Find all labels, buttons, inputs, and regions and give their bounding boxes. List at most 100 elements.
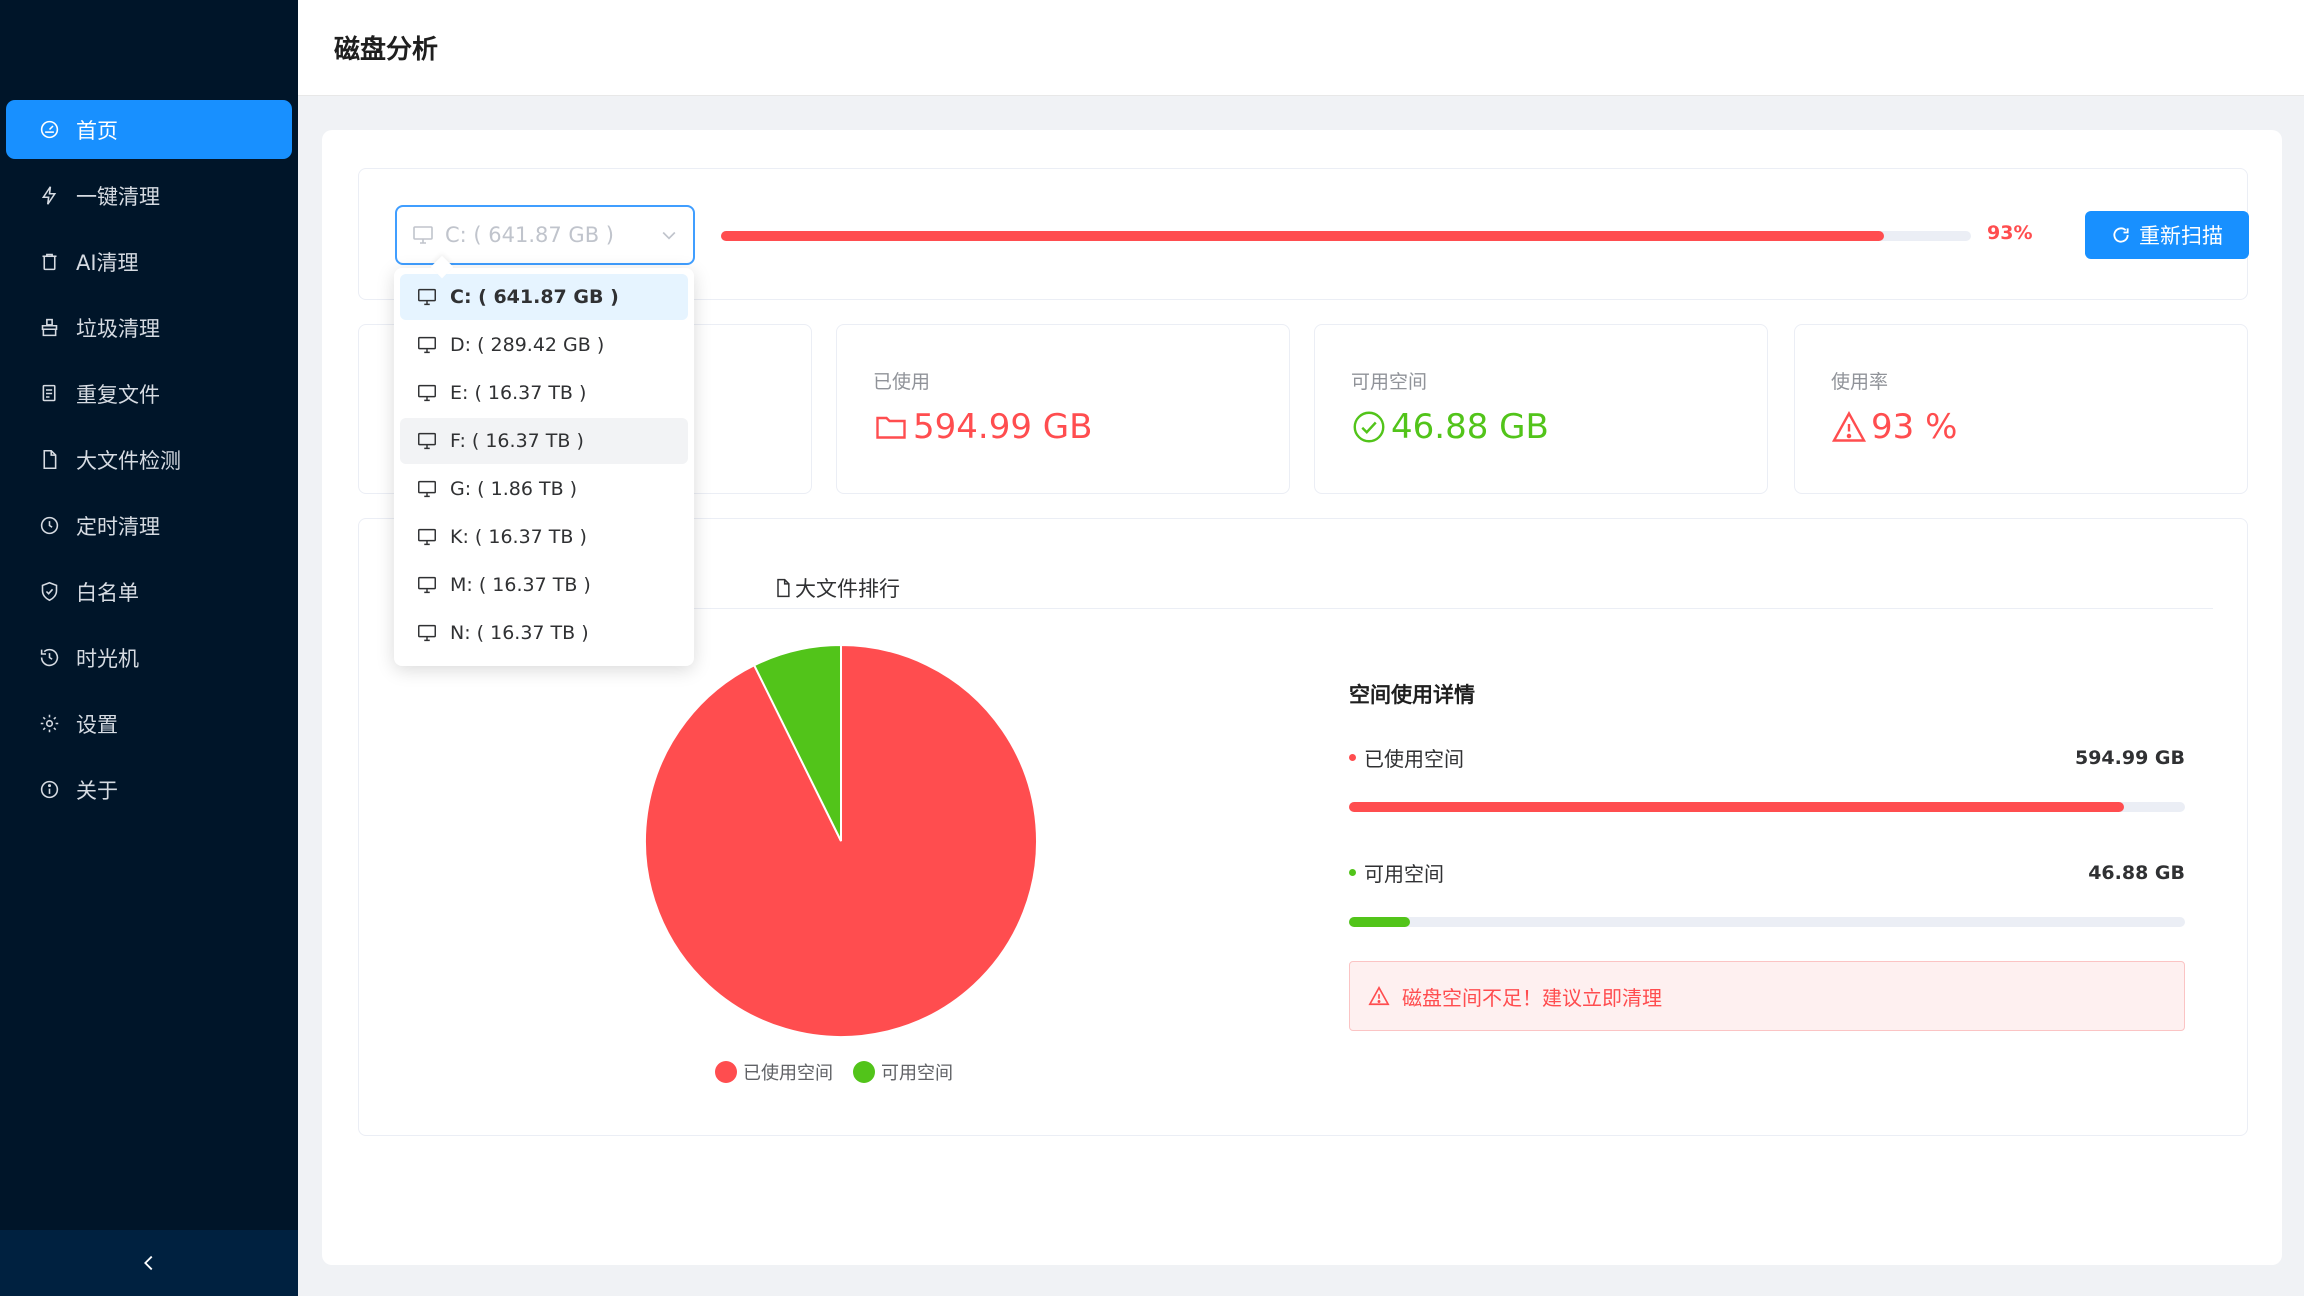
sidebar-item-settings[interactable]: 设置 [6,694,292,753]
warning-icon [1368,986,1390,1006]
sidebar-item-junk-clean[interactable]: 垃圾清理 [6,298,292,357]
stat-card-used: 已使用 594.99 GB [836,324,1290,494]
legend-label-used: 已使用空间 [743,1063,833,1084]
sidebar-item-home[interactable]: 首页 [6,100,292,159]
tab-large-files[interactable]: 大文件排行 [773,573,900,603]
legend-dot-used [715,1061,737,1083]
monitor-icon [416,478,438,500]
drive-option-c[interactable]: C: ( 641.87 GB ) [400,274,688,320]
drive-option-m[interactable]: M: ( 16.37 TB ) [400,562,688,608]
drive-option-label: D: ( 289.42 GB ) [450,334,605,356]
dashboard-icon [38,119,60,141]
sidebar-item-duplicate-files[interactable]: 重复文件 [6,364,292,423]
sidebar-item-label: 关于 [76,778,118,803]
sidebar-item-label: 定时清理 [76,514,160,539]
chevron-down-icon [662,231,676,240]
sidebar-item-ai-clean[interactable]: AI清理 [6,232,292,291]
sidebar-item-label: AI清理 [76,250,139,275]
drive-dropdown: C: ( 641.87 GB ) D: ( 289.42 GB ) E: ( 1… [394,268,694,666]
tab-large-files-label: 大文件排行 [795,577,900,601]
sidebar: 首页 一键清理 AI清理 垃圾清理 重复文件 大文件检测 定时清理 白名单 时光… [0,0,298,1296]
detail-free-label: 可用空间 [1364,862,1444,886]
usage-progress-fill [721,231,1884,241]
legend-item-free[interactable]: 可用空间 [853,1059,953,1085]
folder-icon [876,416,906,439]
detail-used-bar-fill [1349,802,2124,812]
sidebar-item-label: 时光机 [76,646,139,671]
sidebar-item-one-click-clean[interactable]: 一键清理 [6,166,292,225]
clock-icon [38,515,60,537]
drive-option-label: F: ( 16.37 TB ) [450,430,584,452]
sidebar-item-time-machine[interactable]: 时光机 [6,628,292,687]
drive-option-f[interactable]: F: ( 16.37 TB ) [400,418,688,464]
drive-option-label: G: ( 1.86 TB ) [450,478,578,500]
low-space-alert: 磁盘空间不足！建议立即清理 [1349,961,2185,1031]
rescan-button[interactable]: 重新扫描 [2085,211,2249,259]
usage-progress-bar [721,231,1971,241]
stat-rate-label: 使用率 [1831,371,1889,393]
monitor-icon [416,574,438,596]
shield-check-icon [38,581,60,603]
drive-option-label: C: ( 641.87 GB ) [450,286,619,308]
bullet-used [1349,754,1356,761]
drive-option-k[interactable]: K: ( 16.37 TB ) [400,514,688,560]
monitor-icon [416,622,438,644]
detail-used-value: 594.99 GB [2074,746,2185,769]
stat-free-label: 可用空间 [1351,371,1428,393]
trash-icon [38,251,60,273]
page-title: 磁盘分析 [334,35,439,65]
sidebar-item-scheduled-clean[interactable]: 定时清理 [6,496,292,555]
sidebar-item-about[interactable]: 关于 [6,760,292,819]
space-detail-title: 空间使用详情 [1349,683,1475,707]
low-space-alert-text: 磁盘空间不足！建议立即清理 [1402,985,1662,1010]
monitor-icon [416,334,438,356]
drive-option-label: K: ( 16.37 TB ) [450,526,587,548]
space-detail: 空间使用详情 已使用空间 594.99 GB 可用空间 46.88 GB 磁盘空… [1349,679,2185,1031]
stat-used-value: 594.99 GB [873,407,1092,447]
lightning-icon [38,185,60,207]
monitor-icon [416,430,438,452]
detail-free-label-wrap: 可用空间 [1349,858,1444,887]
file-icon [777,578,790,598]
monitor-icon [411,223,435,247]
refresh-icon [2113,227,2129,243]
sidebar-item-label: 大文件检测 [76,448,181,473]
usage-percent-text: 93% [1987,222,2033,244]
sidebar-collapse-button[interactable] [0,1230,298,1296]
file-icon [38,449,60,471]
sidebar-item-whitelist[interactable]: 白名单 [6,562,292,621]
legend-label-free: 可用空间 [881,1063,953,1084]
legend-item-used[interactable]: 已使用空间 [715,1059,833,1085]
rescan-label: 重新扫描 [2139,225,2223,248]
sidebar-item-label: 一键清理 [76,184,160,209]
monitor-icon [416,286,438,308]
usage-pie-chart [643,643,1039,1039]
stat-free-value: 46.88 GB [1351,407,1549,447]
page-header: 磁盘分析 [298,0,2304,96]
sidebar-item-label: 重复文件 [76,382,160,407]
drive-option-n[interactable]: N: ( 16.37 TB ) [400,610,688,656]
legend-dot-free [853,1061,875,1083]
detail-free-bar-fill [1349,917,1411,927]
detail-used-label-wrap: 已使用空间 [1349,743,1464,772]
monitor-icon [416,526,438,548]
sidebar-item-label: 首页 [76,118,118,143]
drive-option-label: M: ( 16.37 TB ) [450,574,591,596]
detail-free-value: 46.88 GB [2088,861,2185,884]
stat-used-label: 已使用 [873,371,931,393]
sidebar-item-large-file-scan[interactable]: 大文件检测 [6,430,292,489]
warning-icon [1831,411,1867,442]
stat-card-free: 可用空间 46.88 GB [1314,324,1768,494]
chevron-left-icon [144,1255,153,1271]
info-icon [38,779,60,801]
drive-option-g[interactable]: G: ( 1.86 TB ) [400,466,688,512]
detail-used-label: 已使用空间 [1364,747,1464,771]
sidebar-menu: 首页 一键清理 AI清理 垃圾清理 重复文件 大文件检测 定时清理 白名单 时光… [0,100,298,826]
drive-option-label: N: ( 16.37 TB ) [450,622,589,644]
history-icon [38,647,60,669]
copy-icon [38,383,60,405]
drive-option-e[interactable]: E: ( 16.37 TB ) [400,370,688,416]
drive-option-d[interactable]: D: ( 289.42 GB ) [400,322,688,368]
sidebar-item-label: 设置 [76,712,118,737]
gear-icon [38,713,60,735]
